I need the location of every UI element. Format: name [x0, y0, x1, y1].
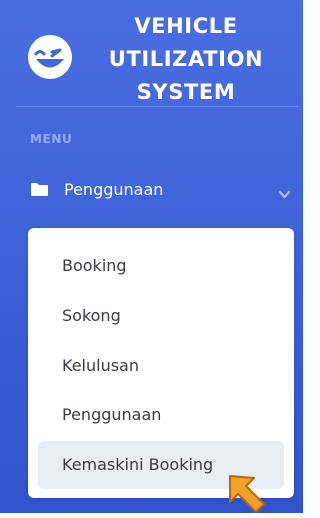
submenu: Booking Sokong Kelulusan Penggunaan Kema…	[28, 228, 294, 498]
brand-title[interactable]: VEHICLE UTILIZATION SYSTEM	[100, 10, 272, 109]
menu-heading: MENU	[30, 132, 73, 146]
sidebar-divider	[16, 106, 299, 107]
brand-title-line: VEHICLE	[134, 14, 238, 38]
chevron-down-icon[interactable]	[278, 185, 291, 199]
submenu-item-label: Sokong	[62, 306, 121, 325]
submenu-item-booking[interactable]: Booking	[38, 242, 284, 290]
laughing-wink-face-icon[interactable]	[27, 34, 73, 80]
submenu-item-penggunaan[interactable]: Penggunaan	[38, 391, 284, 439]
nav-item-label: Penggunaan	[64, 180, 164, 199]
orange-arrow-pointer-icon	[224, 470, 276, 514]
submenu-item-label: Penggunaan	[62, 405, 162, 424]
submenu-item-label: Booking	[62, 256, 127, 275]
sidebar: VEHICLE UTILIZATION SYSTEM MENU Pengguna…	[0, 0, 303, 513]
brand-title-line: SYSTEM	[136, 80, 236, 104]
submenu-item-label: Kelulusan	[62, 356, 139, 375]
submenu-item-label: Kemaskini Booking	[62, 455, 214, 474]
nav-item-penggunaan[interactable]: Penggunaan	[30, 176, 292, 204]
submenu-item-sokong[interactable]: Sokong	[38, 292, 284, 340]
folder-icon	[30, 182, 49, 197]
submenu-item-kelulusan[interactable]: Kelulusan	[38, 342, 284, 390]
brand-title-line: UTILIZATION	[108, 47, 264, 71]
